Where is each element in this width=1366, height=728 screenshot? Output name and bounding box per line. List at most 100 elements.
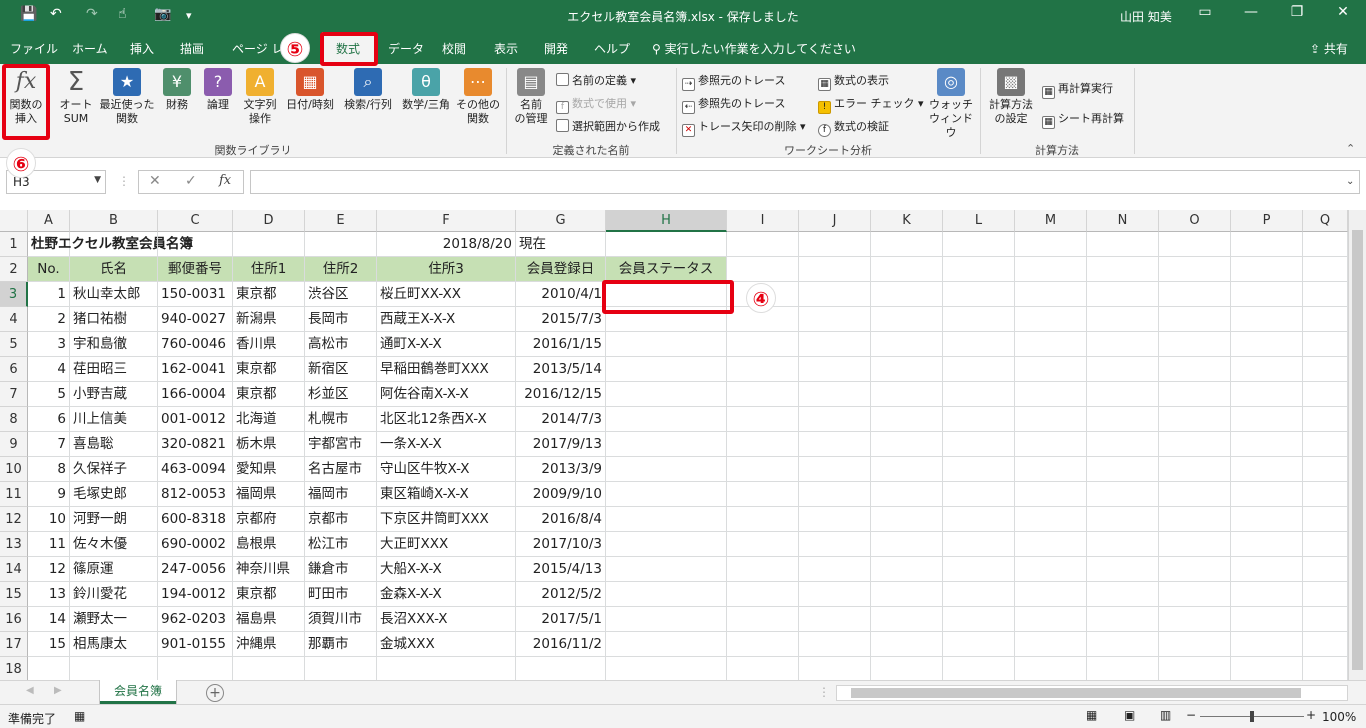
cell-e15[interactable]: 町田市 — [305, 582, 377, 607]
cell-p15[interactable] — [1231, 582, 1303, 607]
cell-q16[interactable] — [1303, 607, 1348, 632]
cell-l17[interactable] — [943, 632, 1015, 657]
cell-i14[interactable] — [727, 557, 799, 582]
cell-a7[interactable]: 5 — [28, 382, 70, 407]
cell-c14[interactable]: 247-0056 — [158, 557, 233, 582]
cell-l1[interactable] — [943, 232, 1015, 257]
cell-k15[interactable] — [871, 582, 943, 607]
cell-f9[interactable]: 一条X-X-X — [377, 432, 516, 457]
cell-f14[interactable]: 大船X-X-X — [377, 557, 516, 582]
zoom-out-icon[interactable]: − — [1186, 708, 1196, 722]
tab-view[interactable]: 表示 — [494, 40, 518, 57]
cell-c6[interactable]: 162-0041 — [158, 357, 233, 382]
cell-c11[interactable]: 812-0053 — [158, 482, 233, 507]
cell-l18[interactable] — [943, 657, 1015, 680]
cell-f11[interactable]: 東区箱崎X-X-X — [377, 482, 516, 507]
cell-g18[interactable] — [516, 657, 606, 680]
cell-n6[interactable] — [1087, 357, 1159, 382]
cell-m4[interactable] — [1015, 307, 1087, 332]
cell-b7[interactable]: 小野吉蔵 — [70, 382, 158, 407]
row-header-10[interactable]: 10 — [0, 457, 28, 482]
cell-l15[interactable] — [943, 582, 1015, 607]
cell-n7[interactable] — [1087, 382, 1159, 407]
cell-l7[interactable] — [943, 382, 1015, 407]
cell-j12[interactable] — [799, 507, 871, 532]
cell-d1[interactable] — [233, 232, 305, 257]
cell-o17[interactable] — [1159, 632, 1231, 657]
cell-q7[interactable] — [1303, 382, 1348, 407]
row-header-3[interactable]: 3 — [0, 282, 28, 307]
cell-l13[interactable] — [943, 532, 1015, 557]
row-header-16[interactable]: 16 — [0, 607, 28, 632]
cell-o5[interactable] — [1159, 332, 1231, 357]
cell-k16[interactable] — [871, 607, 943, 632]
cell-a4[interactable]: 2 — [28, 307, 70, 332]
logical-button[interactable]: ? 論理 — [200, 68, 236, 112]
cell-b13[interactable]: 佐々木優 — [70, 532, 158, 557]
cell-a8[interactable]: 6 — [28, 407, 70, 432]
column-header-a[interactable]: A — [28, 210, 70, 232]
cell-q13[interactable] — [1303, 532, 1348, 557]
cell-b8[interactable]: 川上信美 — [70, 407, 158, 432]
cell-i1[interactable] — [727, 232, 799, 257]
cell-k11[interactable] — [871, 482, 943, 507]
cell-d6[interactable]: 東京都 — [233, 357, 305, 382]
cell-c4[interactable]: 940-0027 — [158, 307, 233, 332]
cell-g13[interactable]: 2017/10/3 — [516, 532, 606, 557]
trace-dependents-button[interactable]: ⇠ 参照先のトレース — [682, 95, 785, 114]
minimize-icon[interactable]: — — [1236, 4, 1266, 20]
create-from-selection-button[interactable]: 選択範囲から作成 — [556, 118, 660, 134]
cell-h8[interactable] — [606, 407, 727, 432]
cell-m9[interactable] — [1015, 432, 1087, 457]
cell-h9[interactable] — [606, 432, 727, 457]
cell-j14[interactable] — [799, 557, 871, 582]
cell-o9[interactable] — [1159, 432, 1231, 457]
cell-f16[interactable]: 長沼XXX-X — [377, 607, 516, 632]
cell-m10[interactable] — [1015, 457, 1087, 482]
cell-l3[interactable] — [943, 282, 1015, 307]
row-header-11[interactable]: 11 — [0, 482, 28, 507]
cell-a15[interactable]: 13 — [28, 582, 70, 607]
cell-e11[interactable]: 福岡市 — [305, 482, 377, 507]
column-header-p[interactable]: P — [1231, 210, 1303, 232]
row-header-18[interactable]: 18 — [0, 657, 28, 680]
cell-o4[interactable] — [1159, 307, 1231, 332]
remove-arrows-button[interactable]: ✕ トレース矢印の削除 ▾ — [682, 118, 805, 137]
cell-h5[interactable] — [606, 332, 727, 357]
column-header-c[interactable]: C — [158, 210, 233, 232]
column-header-d[interactable]: D — [233, 210, 305, 232]
tab-review[interactable]: 校閲 — [442, 40, 466, 57]
cell-m5[interactable] — [1015, 332, 1087, 357]
row-header-2[interactable]: 2 — [0, 257, 28, 282]
column-header-k[interactable]: K — [871, 210, 943, 232]
tab-insert[interactable]: 挿入 — [130, 40, 154, 57]
cell-i13[interactable] — [727, 532, 799, 557]
cell-o13[interactable] — [1159, 532, 1231, 557]
cell-g11[interactable]: 2009/9/10 — [516, 482, 606, 507]
close-icon[interactable]: ✕ — [1328, 4, 1358, 20]
column-header-b[interactable]: B — [70, 210, 158, 232]
cell-q11[interactable] — [1303, 482, 1348, 507]
cell-f13[interactable]: 大正町XXX — [377, 532, 516, 557]
autosum-button[interactable]: Σ オート SUM — [54, 68, 98, 126]
cell-g14[interactable]: 2015/4/13 — [516, 557, 606, 582]
math-button[interactable]: θ 数学/三角 — [398, 68, 454, 112]
cell-g12[interactable]: 2016/8/4 — [516, 507, 606, 532]
cancel-icon[interactable]: ✕ — [149, 173, 161, 189]
cell-f4[interactable]: 西蔵王X-X-X — [377, 307, 516, 332]
cell-e9[interactable]: 宇都宮市 — [305, 432, 377, 457]
restore-icon[interactable]: ❐ — [1282, 4, 1312, 20]
cell-j15[interactable] — [799, 582, 871, 607]
cell-d11[interactable]: 福岡県 — [233, 482, 305, 507]
cell-k14[interactable] — [871, 557, 943, 582]
cell-q6[interactable] — [1303, 357, 1348, 382]
cell-q4[interactable] — [1303, 307, 1348, 332]
cell-q9[interactable] — [1303, 432, 1348, 457]
cell-j5[interactable] — [799, 332, 871, 357]
cell-f10[interactable]: 守山区牛牧X-X — [377, 457, 516, 482]
cell-m13[interactable] — [1015, 532, 1087, 557]
cell-a13[interactable]: 11 — [28, 532, 70, 557]
row-header-5[interactable]: 5 — [0, 332, 28, 357]
row-header-12[interactable]: 12 — [0, 507, 28, 532]
cell-n9[interactable] — [1087, 432, 1159, 457]
